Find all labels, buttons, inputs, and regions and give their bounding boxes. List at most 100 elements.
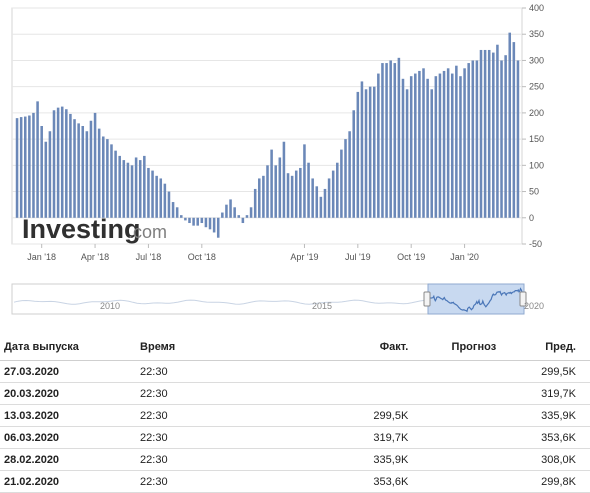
bar [430,89,434,218]
bar [487,49,491,218]
y-tick-label: -50 [529,239,542,249]
cell-previous: 335,9K [496,404,590,427]
header-time[interactable]: Время [140,334,285,361]
bar [290,175,294,218]
bar [393,63,397,218]
bar [459,76,462,218]
cell-actual: 299,5K [284,404,409,427]
bar [294,170,298,218]
bar [15,118,19,218]
navigator-left-handle[interactable] [423,291,431,307]
bar [73,119,76,218]
bar [60,106,64,218]
bar [225,204,228,218]
navigator-label-2020: 2020 [524,301,544,311]
watermark-brand: Investing [22,214,141,244]
bar [500,60,503,218]
x-tick-label: Jul '19 [345,252,371,262]
bar [204,217,208,228]
bar [85,131,89,218]
bar [344,139,347,218]
bar [414,73,417,218]
cell-actual: 319,7K [284,426,409,449]
bar [372,86,376,218]
cell-forecast [408,448,497,471]
navigator[interactable]: 2010 2015 2020 [11,283,544,315]
x-axis: Jan '18 Apr '18 Jul '18 Oct '18 Apr '19 Jul '… [27,244,479,262]
bar [360,81,364,218]
bar [492,52,495,218]
header-previous[interactable]: Пред. [496,334,590,361]
bar [262,175,265,218]
cell-time: 22:30 [140,448,285,471]
bar [356,91,360,218]
bar [134,157,138,218]
bar [307,162,310,218]
bar [377,73,380,218]
cell-time: 22:30 [140,426,285,449]
header-actual[interactable]: Факт. [284,334,409,361]
bar [44,141,48,218]
bar [196,217,199,226]
bar [130,165,134,218]
bar [216,217,220,238]
bar [401,78,405,218]
cell-time: 22:30 [140,404,285,427]
cell-previous: 308,0K [496,448,590,471]
bar [483,49,487,218]
bar [253,188,257,218]
bar [77,123,80,218]
bar [331,170,335,218]
table-row: 27.03.2020 22:30 299,5K [0,360,590,383]
watermark-suffix: .com [128,222,167,242]
bar [475,60,479,218]
bar [200,217,204,224]
bar [237,215,241,218]
bar [155,175,158,218]
bar [303,144,306,218]
cell-date: 20.03.2020 [0,382,141,405]
bar [479,49,483,218]
bar [171,202,175,218]
x-tick-label: Apr '19 [290,252,318,262]
bar [122,160,126,218]
bar [69,113,72,218]
bar [28,115,31,218]
bar [364,89,368,218]
bar [471,60,475,218]
bar [512,42,516,218]
bar [143,155,146,218]
bar [32,112,35,218]
bar [463,68,466,218]
navigator-label-2010: 2010 [100,301,120,311]
y-tick-label: 300 [529,55,544,65]
table-row: 20.03.2020 22:30 319,7K [0,382,590,405]
bar [40,126,43,218]
bar [299,167,302,218]
cell-date: 28.02.2020 [0,448,141,471]
bar [163,183,167,218]
bar [311,178,314,218]
bar [180,215,183,218]
cell-actual [284,360,409,383]
bar [397,57,401,218]
cell-forecast [408,360,497,383]
x-tick-label: Jul '18 [136,252,162,262]
y-axis: 400 350 300 250 200 150 100 50 0 -50 [522,3,544,249]
bar [48,131,52,218]
y-tick-label: 0 [529,213,534,223]
bar [175,207,179,218]
bar [81,126,85,218]
bar [438,73,442,218]
header-forecast[interactable]: Прогноз [408,334,497,361]
bar [138,160,142,218]
bar [97,128,101,218]
cell-previous: 299,5K [496,360,590,383]
bar [184,217,187,221]
header-date[interactable]: Дата выпуска [0,334,141,361]
cell-date: 27.03.2020 [0,360,141,383]
bar [426,78,429,218]
bar [516,60,520,218]
cell-forecast [408,404,497,427]
bar [249,207,253,218]
